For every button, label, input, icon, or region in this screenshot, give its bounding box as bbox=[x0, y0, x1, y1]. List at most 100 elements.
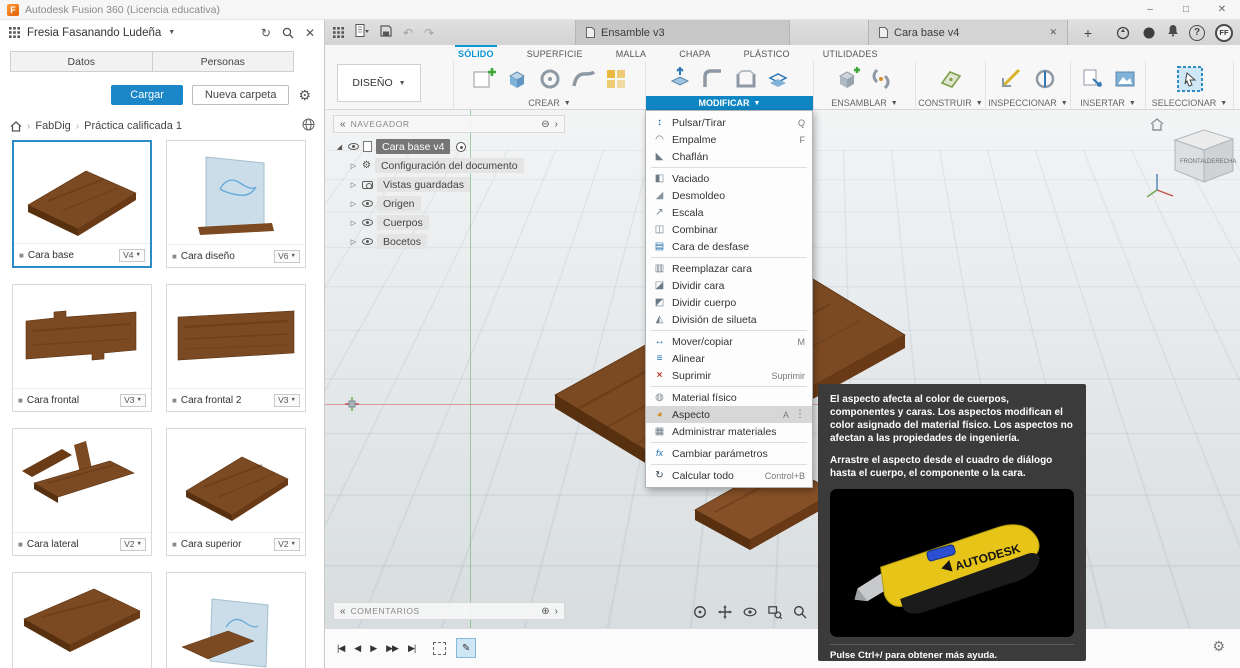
more-options-icon[interactable]: ⋮ bbox=[795, 409, 805, 420]
home-icon[interactable] bbox=[10, 120, 22, 132]
menu-item-dividir-cara[interactable]: Dividir cara bbox=[646, 277, 812, 294]
zoom-window-icon[interactable] bbox=[768, 605, 782, 619]
group-label-inspeccionar[interactable]: INSPECCIONAR ▼ bbox=[986, 96, 1070, 110]
version-dropdown[interactable]: V2 ▼ bbox=[120, 537, 146, 551]
menu-item-cara-de-desfase[interactable]: Cara de desfase bbox=[646, 238, 812, 255]
file-card-cara-lateral[interactable]: ■ Cara lateral V2 ▼ bbox=[12, 428, 152, 556]
doc-tab-cara-base[interactable]: Cara base v4 ✕ bbox=[868, 20, 1068, 45]
collapsed-triangle-icon[interactable]: ▷ bbox=[349, 200, 358, 208]
construction-plane-icon[interactable] bbox=[938, 66, 964, 92]
user-menu-caret-icon[interactable]: ▼ bbox=[168, 29, 175, 36]
tree-node-label[interactable]: Vistas guardadas bbox=[377, 177, 470, 192]
apps-grid-icon[interactable] bbox=[9, 27, 20, 38]
visibility-eye-icon[interactable] bbox=[362, 219, 373, 226]
menu-item-desmoldeo[interactable]: Desmoldeo bbox=[646, 187, 812, 204]
file-card-partial[interactable] bbox=[166, 572, 306, 668]
help-icon[interactable]: ? bbox=[1189, 24, 1205, 41]
menu-item-aspecto[interactable]: AspectoA⋮ bbox=[646, 406, 812, 423]
tree-root-row[interactable]: ◢ Cara base v4 bbox=[335, 137, 524, 156]
file-card-partial[interactable] bbox=[12, 572, 152, 668]
file-menu-icon[interactable] bbox=[355, 23, 369, 42]
visibility-eye-icon[interactable] bbox=[362, 238, 373, 245]
press-pull-icon[interactable] bbox=[667, 66, 693, 92]
timeline-feature-icon[interactable] bbox=[433, 641, 447, 655]
collapsed-triangle-icon[interactable]: ▷ bbox=[349, 162, 358, 170]
tab-solido[interactable]: SÓLIDO bbox=[455, 45, 497, 59]
panel-settings-gear-icon[interactable]: ⚙ bbox=[298, 88, 311, 102]
version-dropdown[interactable]: V4 ▼ bbox=[119, 248, 145, 262]
file-card-cara-base[interactable]: ■ Cara base V4 ▼ bbox=[12, 140, 152, 268]
orbit-icon[interactable] bbox=[693, 605, 707, 619]
menu-item-mover-copiar[interactable]: Mover/copiarM bbox=[646, 333, 812, 350]
group-label-crear[interactable]: CREAR ▼ bbox=[454, 96, 645, 110]
tab-superficie[interactable]: SUPERFICIE bbox=[524, 45, 586, 59]
update-status-icon[interactable] bbox=[1115, 25, 1131, 41]
menu-item-pulsar-tirar[interactable]: Pulsar/TirarQ bbox=[646, 114, 812, 131]
settings-gear-icon[interactable]: ⚙ bbox=[1212, 638, 1225, 655]
group-label-modificar[interactable]: MODIFICAR ▼ bbox=[646, 96, 813, 110]
redo-icon[interactable]: ↷ bbox=[424, 27, 434, 39]
menu-item-division-de-silueta[interactable]: División de silueta bbox=[646, 311, 812, 328]
look-at-icon[interactable] bbox=[743, 605, 757, 619]
tab-datos[interactable]: Datos bbox=[11, 52, 152, 71]
go-to-end-button[interactable]: ▶| bbox=[408, 643, 416, 654]
menu-item-administrar-materiales[interactable]: Administrar materiales bbox=[646, 423, 812, 440]
visibility-eye-icon[interactable] bbox=[362, 200, 373, 207]
menu-item-empalme[interactable]: EmpalmeF bbox=[646, 131, 812, 148]
version-dropdown[interactable]: V6 ▼ bbox=[274, 249, 300, 263]
notifications-bell-icon[interactable] bbox=[1167, 24, 1179, 42]
file-card-cara-frontal-2[interactable]: ■ Cara frontal 2 V3 ▼ bbox=[166, 284, 306, 412]
expand-triangle-icon[interactable]: ◢ bbox=[335, 143, 344, 151]
menu-item-chaflan[interactable]: Chaflán bbox=[646, 148, 812, 165]
version-dropdown[interactable]: V3 ▼ bbox=[274, 393, 300, 407]
new-component-icon[interactable] bbox=[835, 66, 861, 92]
canvas-image-icon[interactable] bbox=[1112, 66, 1138, 92]
file-card-cara-diseno[interactable]: ■ Cara diseño V6 ▼ bbox=[166, 140, 306, 268]
tree-node-sketches[interactable]: ▷ Bocetos bbox=[349, 232, 524, 251]
menu-item-reemplazar-cara[interactable]: Reemplazar cara bbox=[646, 260, 812, 277]
tree-node-label[interactable]: Cuerpos bbox=[377, 215, 429, 230]
menu-item-vaciado[interactable]: Vaciado bbox=[646, 170, 812, 187]
go-to-start-button[interactable]: |◀ bbox=[337, 643, 345, 654]
tree-node-bodies[interactable]: ▷ Cuerpos bbox=[349, 213, 524, 232]
menu-item-combinar[interactable]: Combinar bbox=[646, 221, 812, 238]
globe-icon[interactable] bbox=[302, 118, 315, 134]
minimize-button[interactable]: – bbox=[1132, 0, 1168, 20]
comments-panel-header[interactable]: « COMENTARIOS ⊕ › bbox=[333, 602, 565, 620]
minimize-panel-icon[interactable]: ⊖ bbox=[541, 119, 549, 130]
collapse-left-icon[interactable]: « bbox=[340, 119, 346, 130]
select-icon[interactable] bbox=[1175, 64, 1205, 94]
revolve-icon[interactable] bbox=[537, 66, 563, 92]
section-analysis-icon[interactable] bbox=[1032, 66, 1058, 92]
close-button[interactable]: ✕ bbox=[1204, 0, 1240, 20]
tree-root-label[interactable]: Cara base v4 bbox=[376, 139, 451, 154]
tab-close-icon[interactable]: ✕ bbox=[1041, 27, 1057, 38]
breadcrumb-current[interactable]: Práctica calificada 1 bbox=[84, 120, 182, 132]
group-label-ensamblar[interactable]: ENSAMBLAR ▼ bbox=[814, 96, 915, 110]
expand-panel-icon[interactable]: › bbox=[555, 119, 558, 130]
collapsed-triangle-icon[interactable]: ▷ bbox=[349, 181, 358, 189]
user-name[interactable]: Fresia Fasanando Ludeña bbox=[27, 27, 161, 39]
panel-close-icon[interactable]: ✕ bbox=[305, 27, 315, 39]
avatar[interactable]: FF bbox=[1215, 23, 1233, 42]
measure-icon[interactable] bbox=[999, 66, 1025, 92]
tree-node-label[interactable]: Configuración del documento bbox=[374, 158, 524, 173]
version-dropdown[interactable]: V3 ▼ bbox=[120, 393, 146, 407]
pattern-icon[interactable] bbox=[603, 66, 629, 92]
menu-item-calcular-todo[interactable]: Calcular todoControl+B bbox=[646, 467, 812, 484]
expand-panel-icon[interactable]: › bbox=[555, 606, 558, 617]
collapsed-triangle-icon[interactable]: ▷ bbox=[349, 238, 358, 246]
maximize-button[interactable]: □ bbox=[1168, 0, 1204, 20]
tree-node-label[interactable]: Origen bbox=[377, 196, 421, 211]
expand-panel-icon2[interactable]: ⊕ bbox=[541, 606, 549, 617]
sweep-icon[interactable] bbox=[570, 66, 596, 92]
group-label-seleccionar[interactable]: SELECCIONAR ▼ bbox=[1146, 96, 1233, 110]
show-data-panel-icon[interactable] bbox=[333, 27, 344, 38]
visibility-eye-icon[interactable] bbox=[348, 143, 359, 150]
search-icon[interactable] bbox=[282, 27, 294, 39]
view-cube[interactable]: FRONTAL DERECHA bbox=[1147, 118, 1240, 203]
menu-item-escala[interactable]: Escala bbox=[646, 204, 812, 221]
collapse-left-icon[interactable]: « bbox=[340, 606, 346, 617]
version-dropdown[interactable]: V2 ▼ bbox=[274, 537, 300, 551]
insert-derive-icon[interactable] bbox=[1079, 66, 1105, 92]
